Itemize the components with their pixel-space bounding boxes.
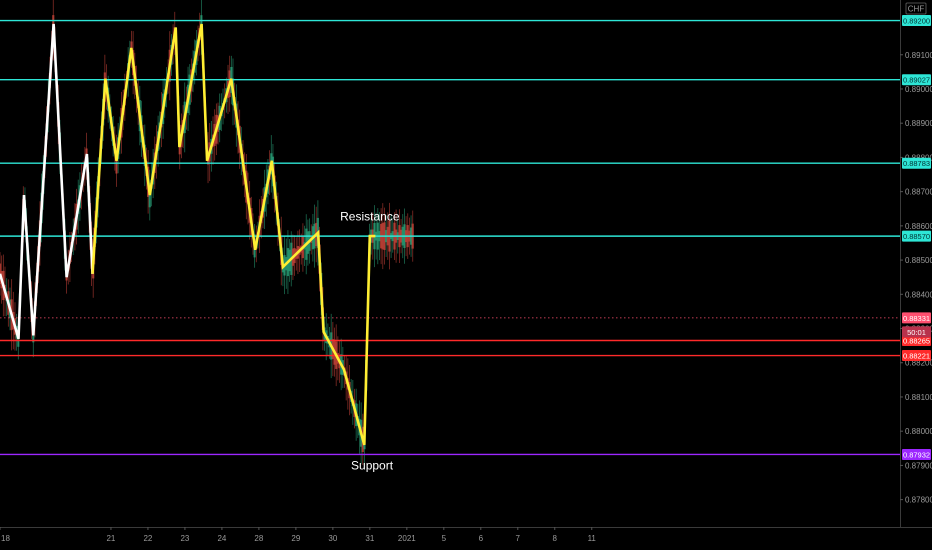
y-tick-label: 0.88900 — [905, 119, 932, 128]
level-badge-text: 0.88265 — [903, 336, 930, 345]
y-tick-label: 0.88600 — [905, 222, 932, 231]
x-tick-label: 11 — [588, 534, 597, 543]
chart-container: Resistance Support 0.88000 0.88100 0.88200 0… — [0, 0, 932, 550]
level-badge-text: 0.87932 — [903, 450, 930, 459]
y-tick-label: 0.87900 — [905, 461, 932, 470]
level-badge-text: 0.88783 — [903, 159, 930, 168]
level-badge-text: 0.89027 — [903, 76, 930, 85]
x-tick-label: 21 — [106, 534, 115, 543]
y-tick-label: 0.87800 — [905, 496, 932, 505]
x-tick-label: 5 — [442, 534, 447, 543]
x-tick-label: 6 — [479, 534, 484, 543]
annotation-label: Support — [351, 459, 394, 473]
x-axis[interactable]: 18 21 22 23 24 28 29 30 31 2021 5 6 7 8 11 — [0, 527, 932, 550]
currency-text: CHF — [908, 5, 925, 14]
y-tick-label: 0.89100 — [905, 51, 932, 60]
price-chart[interactable]: ResistanceSupport 0.880000.881000.882000… — [0, 0, 932, 550]
x-tick-label: 28 — [254, 534, 263, 543]
zigzag-line[interactable] — [0, 23, 94, 340]
x-tick-label: 18 — [1, 534, 10, 543]
y-tick-label: 0.88700 — [905, 188, 932, 197]
y-tick-label: 0.89000 — [905, 85, 932, 94]
x-tick-label: 30 — [328, 534, 337, 543]
y-tick-label: 0.88000 — [905, 427, 932, 436]
x-tick-label: 2021 — [398, 534, 416, 543]
x-tick-label: 8 — [553, 534, 558, 543]
x-tick-label: 23 — [180, 534, 189, 543]
y-tick-label: 0.88100 — [905, 393, 932, 402]
x-tick-label: 24 — [217, 534, 226, 543]
x-tick-label: 22 — [143, 534, 152, 543]
currency-label[interactable]: CHF — [905, 2, 927, 15]
level-badge-text: 0.89200 — [903, 17, 930, 26]
level-badge-text: 0.88221 — [903, 352, 930, 361]
countdown-text: 50:01 — [907, 328, 926, 337]
x-tick-label: 7 — [516, 534, 521, 543]
y-tick-label: 0.88400 — [905, 290, 932, 299]
current-price-badge-text: 0.88331 — [903, 314, 930, 323]
annotation-label: Resistance — [340, 209, 400, 223]
x-tick-label: 31 — [365, 534, 374, 543]
level-badge-text: 0.88570 — [903, 232, 930, 241]
y-tick-label: 0.88500 — [905, 256, 932, 265]
x-axis-background — [0, 527, 932, 550]
x-tick-label: 29 — [291, 534, 300, 543]
